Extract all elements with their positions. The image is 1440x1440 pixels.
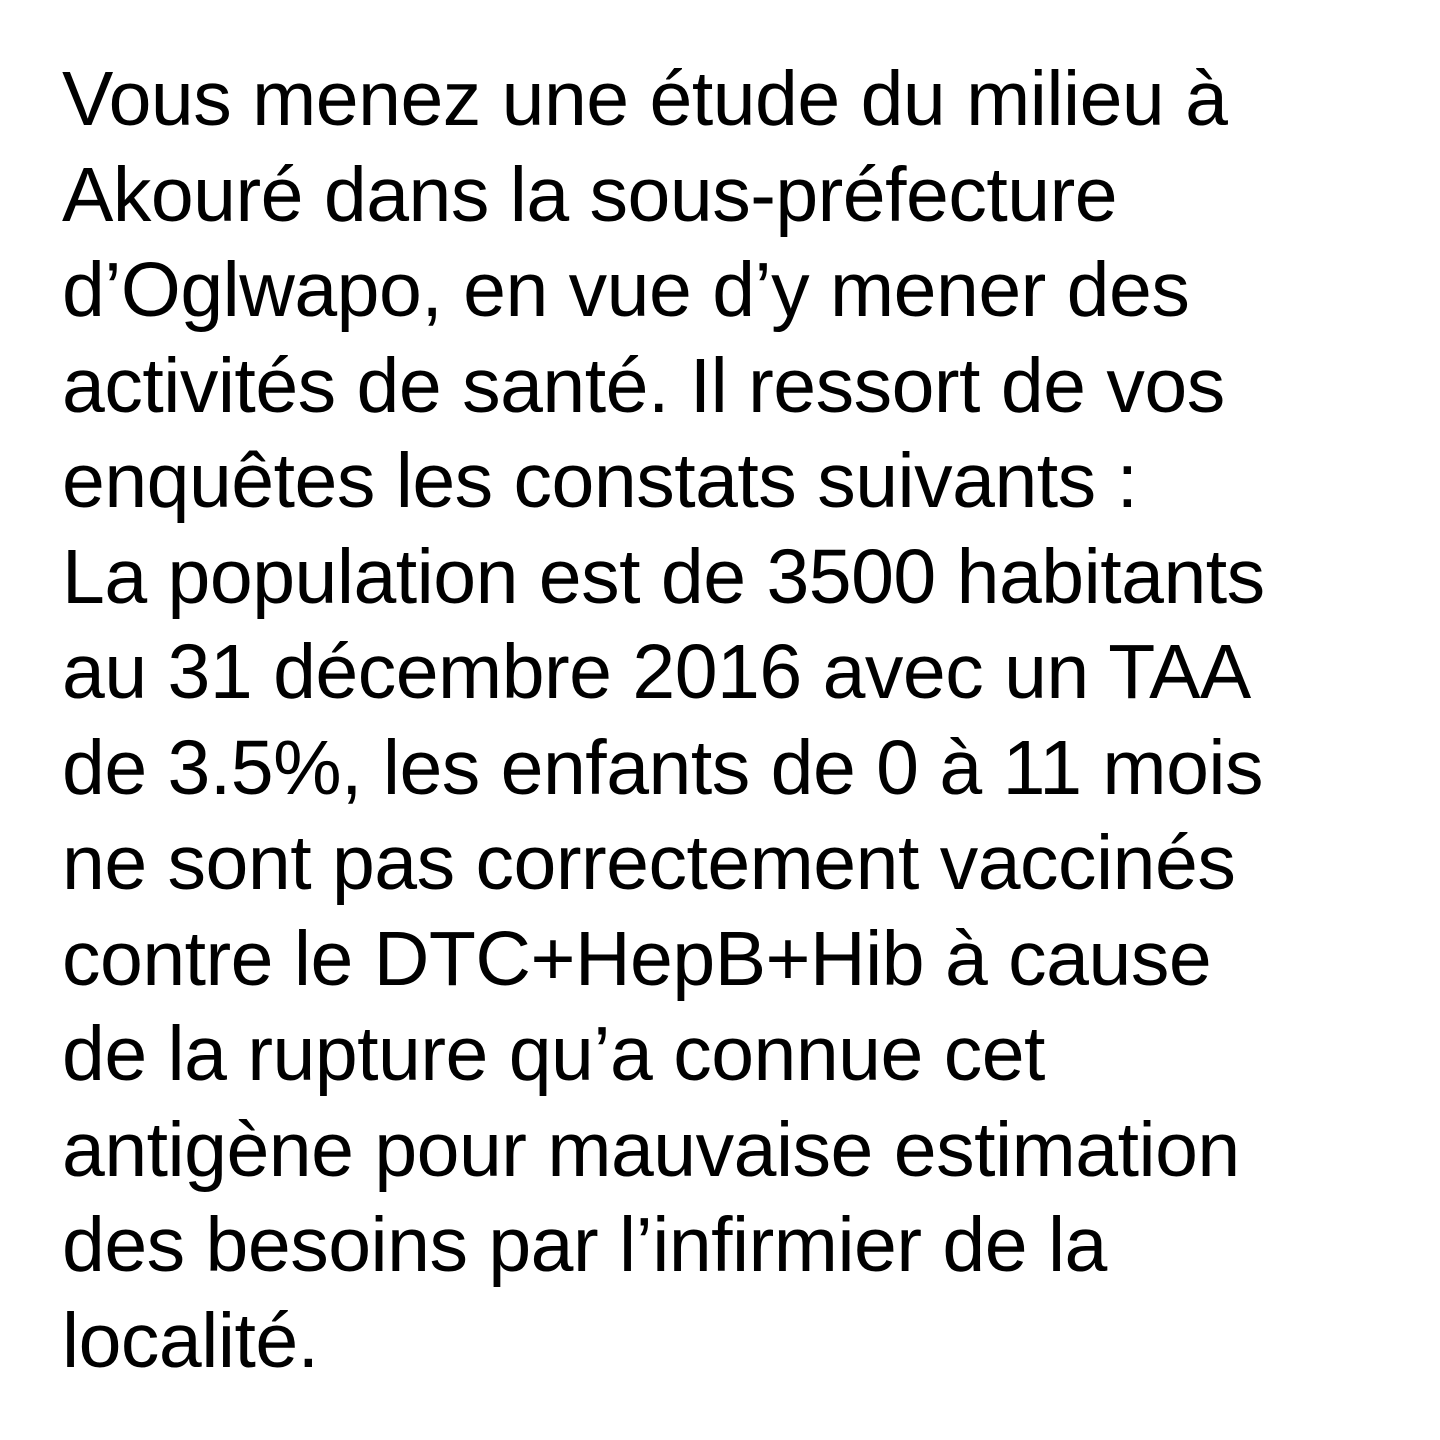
text-line: Akouré dans la sous-préfecture — [62, 151, 1118, 238]
text-line: localité. — [62, 1297, 319, 1384]
text-line: contre le DTC+HepB+Hib à cause — [62, 915, 1212, 1002]
text-block: Vous menez une étude du milieu à Akouré … — [62, 52, 1432, 1389]
text-line: antigène pour mauvaise estimation — [62, 1106, 1240, 1193]
text-line: de 3.5%, les enfants de 0 à 11 mois — [62, 724, 1264, 811]
text-line: enquêtes les constats suivants : — [62, 438, 1138, 524]
text-line: ne sont pas correctement vaccinés — [62, 820, 1236, 906]
text-line: au 31 décembre 2016 avec un TAA — [62, 629, 1251, 715]
text-line: de la rupture qu’a connue cet — [62, 1011, 1045, 1097]
text-line: d’Oglwapo, en vue d’y mener des — [62, 247, 1190, 333]
text-line: Vous menez une étude du milieu à — [62, 56, 1228, 142]
text-line: des besoins par l’infirmier de la — [62, 1202, 1107, 1288]
text-line: La population est de 3500 habitants — [62, 533, 1265, 620]
text-line: activités de santé. Il ressort de vos — [62, 342, 1225, 429]
